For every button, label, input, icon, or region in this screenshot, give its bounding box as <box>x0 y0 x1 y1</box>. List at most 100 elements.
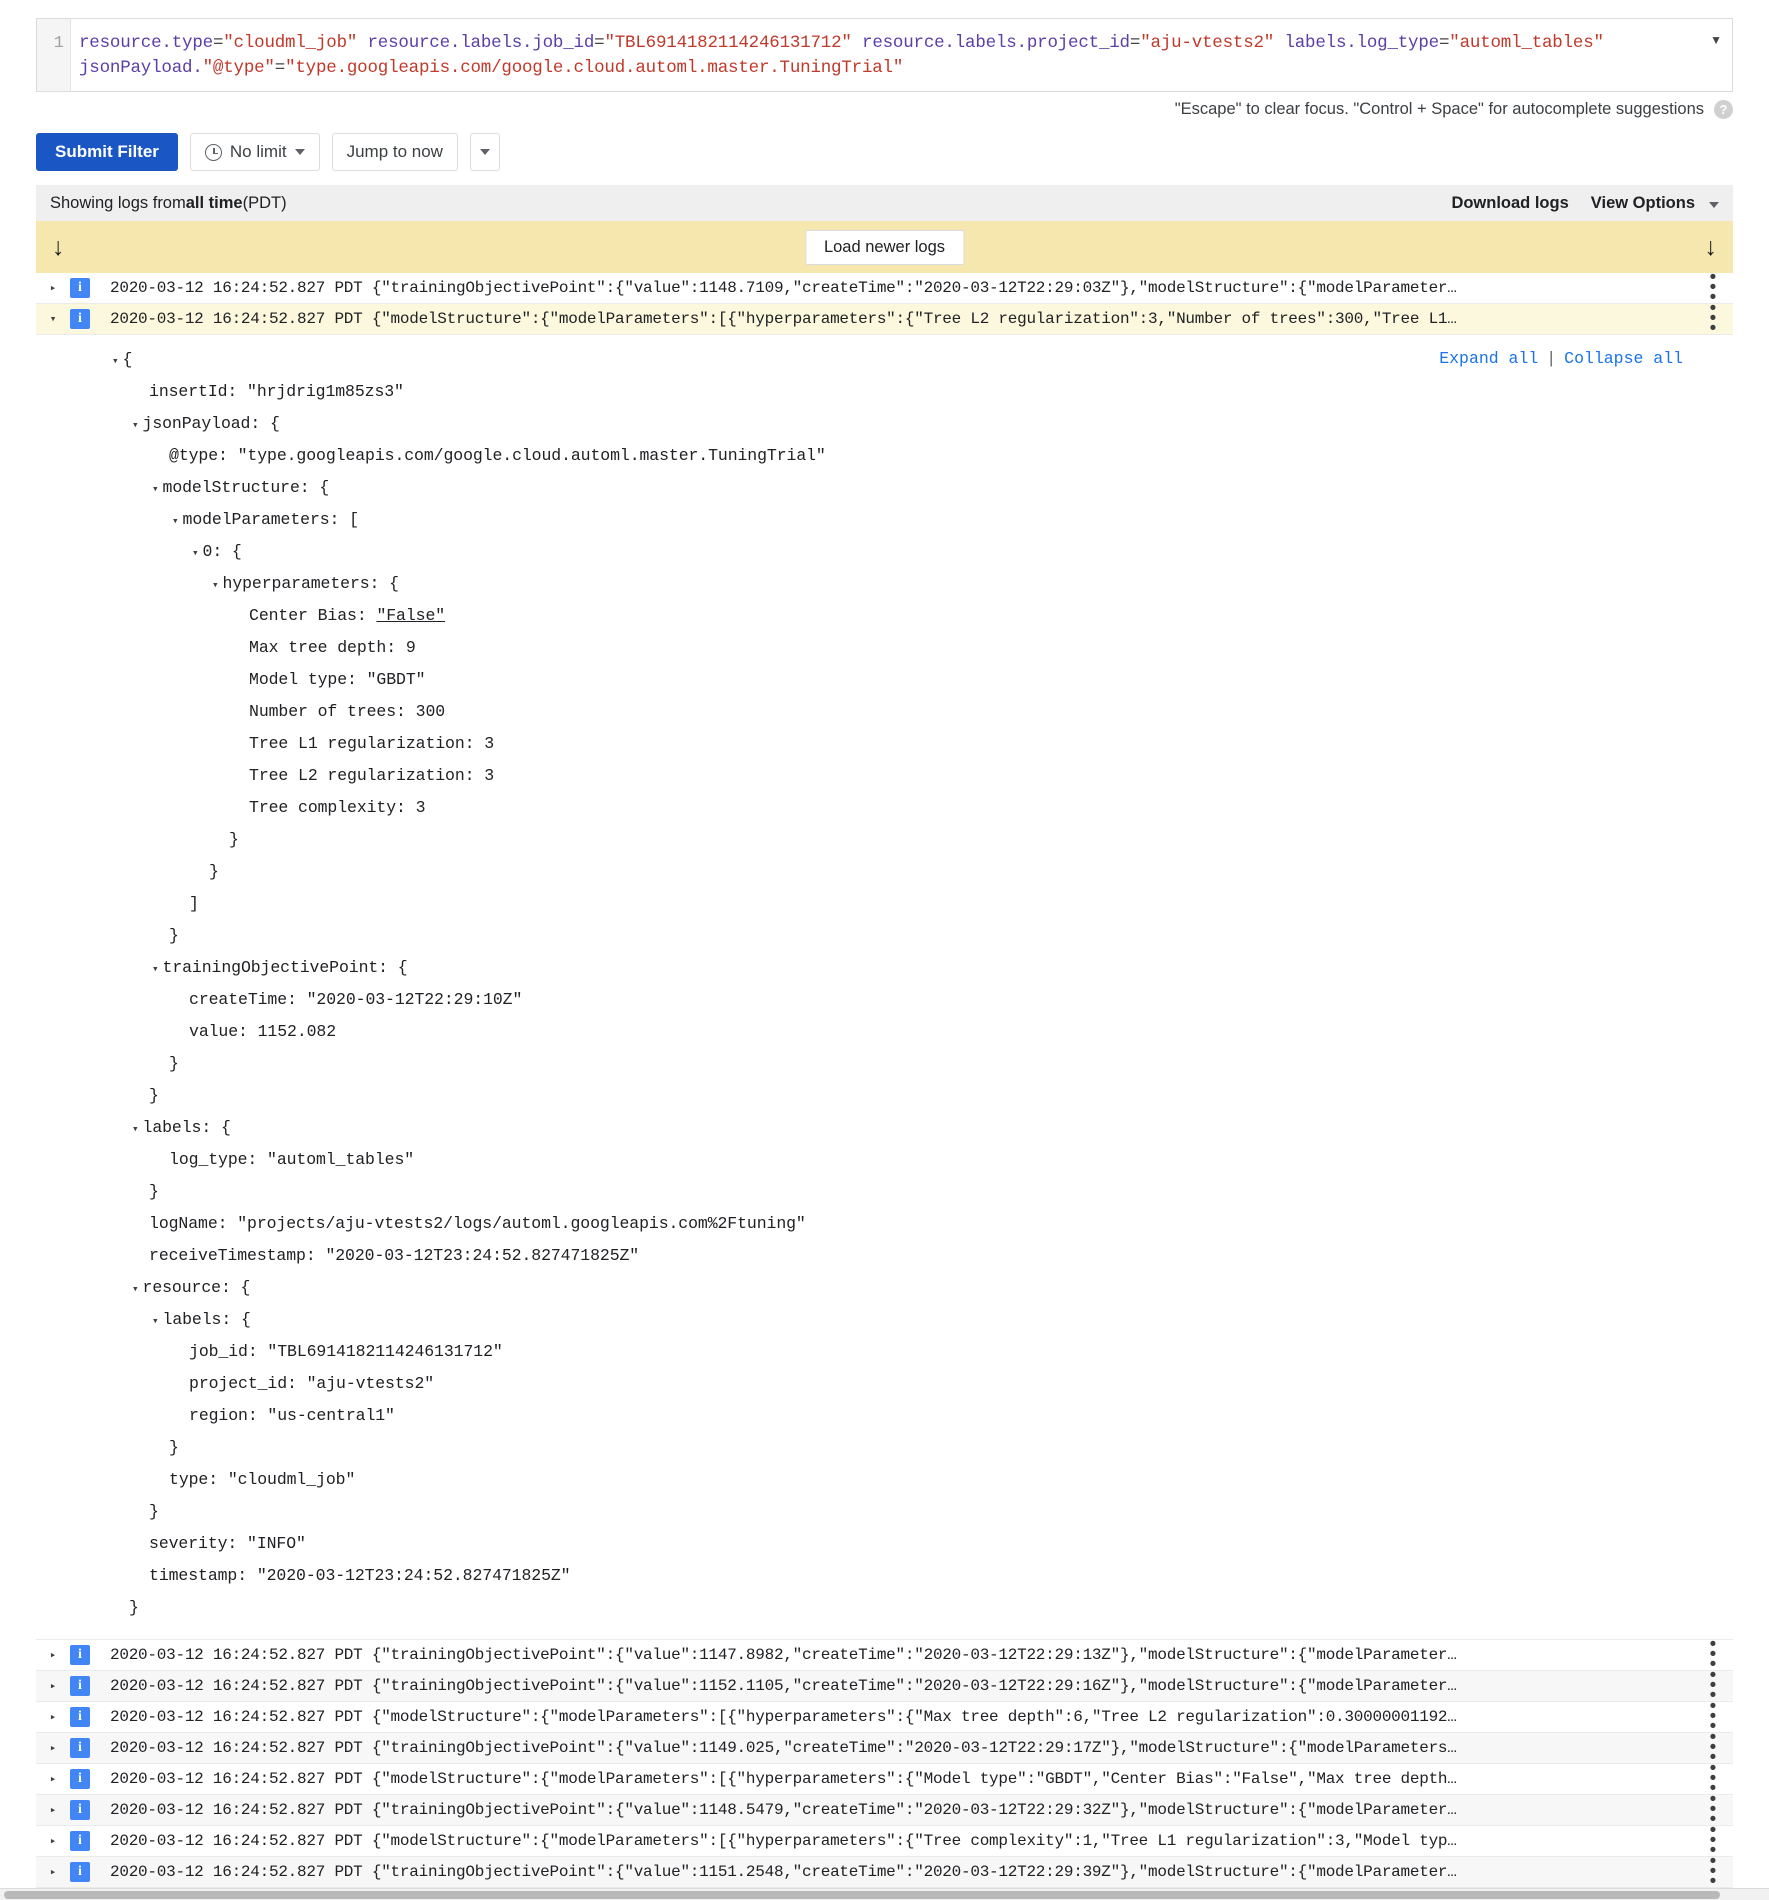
submit-filter-button[interactable]: Submit Filter <box>36 133 178 171</box>
arrow-down-icon[interactable]: ↓ <box>1705 234 1718 260</box>
expand-row-icon[interactable]: ▸ <box>36 1710 70 1724</box>
log-entry-row[interactable]: ▾ i 2020-03-12 16:24:52.827 PDT {"modelStr… <box>36 304 1733 335</box>
expand-row-icon[interactable]: ▸ <box>36 281 70 295</box>
log-entry-text: 2020-03-12 16:24:52.827 PDT {"trainingOb… <box>110 1863 1693 1881</box>
view-options-button[interactable]: View Options <box>1591 194 1695 213</box>
expand-row-icon[interactable]: ▸ <box>36 1865 70 1879</box>
json-detail-text: timestamp: "2020-03-12T23:24:52.82747182… <box>149 1566 571 1585</box>
expand-row-icon[interactable]: ▸ <box>36 1648 70 1662</box>
filter-query-editor[interactable]: 1 resource.type="cloudml_job" resource.l… <box>36 18 1733 92</box>
json-detail-line: } <box>36 825 1733 857</box>
json-detail-text: 0: { <box>202 542 242 561</box>
help-icon[interactable]: ? <box>1714 100 1733 119</box>
log-entry-row[interactable]: ▸ i 2020-03-12 16:24:52.827 PDT {"training… <box>36 1795 1733 1826</box>
kebab-menu-icon[interactable]: ••• <box>1693 1702 1733 1732</box>
log-entry-timestamp: 2020-03-12 16:24:52.827 PDT <box>110 1770 372 1788</box>
log-entry-summary: {"modelStructure":{"modelParameters":[{"… <box>371 1770 1457 1788</box>
arrow-down-icon[interactable]: ↓ <box>52 234 65 260</box>
json-detail-line: ▾ trainingObjectivePoint: { <box>36 953 1733 985</box>
log-entry-summary: {"trainingObjectivePoint":{"value":1151.… <box>371 1863 1457 1881</box>
twisty-icon[interactable]: ▾ <box>192 548 199 560</box>
chevron-down-icon <box>294 149 305 155</box>
filter-hint-text: "Escape" to clear focus. "Control + Spac… <box>1174 100 1704 118</box>
json-detail-text: region: "us-central1" <box>189 1406 395 1425</box>
twisty-icon[interactable]: ▾ <box>212 580 219 592</box>
collapse-row-icon[interactable]: ▾ <box>36 312 70 326</box>
log-entry-text: 2020-03-12 16:24:52.827 PDT {"trainingOb… <box>110 1646 1693 1664</box>
expand-all-link[interactable]: Expand all <box>1439 349 1538 368</box>
json-detail-value-link[interactable]: "False" <box>376 606 445 625</box>
load-newer-logs-button[interactable]: Load newer logs <box>804 229 965 265</box>
twisty-icon[interactable]: ▾ <box>112 356 119 368</box>
detail-expand-controls: Expand all | Collapse all <box>1439 349 1683 368</box>
twisty-icon[interactable]: ▾ <box>132 1124 139 1136</box>
log-entry-timestamp: 2020-03-12 16:24:52.827 PDT <box>110 1646 372 1664</box>
log-entry-row[interactable]: ▸i 2020-03-12 16:24:52.827 PDT {"modelStr… <box>36 1826 1733 1857</box>
twisty-icon[interactable]: ▾ <box>132 1284 139 1296</box>
log-entry-row[interactable]: ▸i 2020-03-12 16:24:52.827 PDT {"modelStr… <box>36 1702 1733 1733</box>
json-detail-text: } <box>209 862 219 881</box>
kebab-menu-icon[interactable]: ••• <box>1693 273 1733 303</box>
log-entry-timestamp: 2020-03-12 16:24:52.827 PDT <box>110 1677 372 1695</box>
download-logs-button[interactable]: Download logs <box>1451 194 1568 213</box>
json-detail-line: type: "cloudml_job" <box>36 1465 1733 1497</box>
kebab-menu-icon[interactable]: ••• <box>1693 1764 1733 1794</box>
showing-logs-suffix: (PDT) <box>242 193 287 212</box>
twisty-icon[interactable]: ▾ <box>152 964 159 976</box>
json-detail-text: project_id: "aju-vtests2" <box>189 1374 435 1393</box>
expand-row-icon[interactable]: ▸ <box>36 1679 70 1693</box>
json-detail-line: Tree complexity: 3 <box>36 793 1733 825</box>
json-detail-text: labels: { <box>142 1118 231 1137</box>
json-detail-line: ▾ resource: { <box>36 1273 1733 1305</box>
log-entry-row[interactable]: ▸ i 2020-03-12 16:24:52.827 PDT {"training… <box>36 1857 1733 1888</box>
kebab-menu-icon[interactable]: ••• <box>1693 1826 1733 1856</box>
chevron-down-icon[interactable]: ▼ <box>1710 33 1722 47</box>
scrollbar-thumb[interactable] <box>4 1891 1720 1899</box>
twisty-icon[interactable]: ▾ <box>152 484 159 496</box>
json-detail-line: Number of trees: 300 <box>36 697 1733 729</box>
log-entry-row[interactable]: ▸ i 2020-03-12 16:24:52.827 PDT {"training… <box>36 1640 1733 1671</box>
horizontal-scrollbar[interactable] <box>0 1888 1769 1900</box>
twisty-icon[interactable]: ▾ <box>132 420 139 432</box>
kebab-menu-icon[interactable]: ••• <box>1693 1671 1733 1701</box>
twisty-icon[interactable]: ▾ <box>152 1316 159 1328</box>
kebab-menu-icon[interactable]: ••• <box>1693 1857 1733 1887</box>
kebab-menu-icon[interactable]: ••• <box>1693 1640 1733 1670</box>
expand-row-icon[interactable]: ▸ <box>36 1741 70 1755</box>
expand-row-icon[interactable]: ▸ <box>36 1772 70 1786</box>
log-entry-row[interactable]: ▸ i 2020-03-12 16:24:52.827 PDT {"training… <box>36 1671 1733 1702</box>
query-token: = <box>1129 33 1141 53</box>
log-entry-row[interactable]: ▸ i 2020-03-12 16:24:52.827 PDT {"training… <box>36 273 1733 304</box>
showing-logs-bar: Showing logs from all time (PDT) Downloa… <box>36 185 1733 221</box>
info-icon: i <box>70 309 90 329</box>
jump-to-now-button[interactable]: Jump to now <box>331 133 458 171</box>
log-entry-row[interactable]: ▸ i 2020-03-12 16:24:52.827 PDT {"training… <box>36 1733 1733 1764</box>
log-limit-dropdown[interactable]: No limit <box>189 133 320 171</box>
filter-query-input[interactable]: resource.type="cloudml_job" resource.lab… <box>71 19 1732 91</box>
jump-to-now-dropdown[interactable] <box>469 133 500 171</box>
log-entry-text: 2020-03-12 16:24:52.827 PDT {"modelStruc… <box>110 310 1693 328</box>
log-entry-text: 2020-03-12 16:24:52.827 PDT {"trainingOb… <box>110 1739 1693 1757</box>
expand-row-icon[interactable]: ▸ <box>36 1834 70 1848</box>
query-token <box>852 33 862 53</box>
info-icon: i <box>70 1645 90 1665</box>
json-detail-text: log_type: "automl_tables" <box>169 1150 415 1169</box>
query-token: = <box>274 58 286 78</box>
separator: | <box>1546 349 1557 368</box>
twisty-icon[interactable]: ▾ <box>172 516 179 528</box>
kebab-menu-icon[interactable]: ••• <box>1693 1795 1733 1825</box>
kebab-menu-icon[interactable]: ••• <box>1693 1733 1733 1763</box>
json-detail-line: } <box>36 1049 1733 1081</box>
chevron-down-icon[interactable] <box>1709 194 1719 213</box>
json-detail-text: } <box>169 1438 179 1457</box>
line-number-gutter: 1 <box>37 19 71 91</box>
collapse-all-link[interactable]: Collapse all <box>1564 349 1683 368</box>
json-detail-line: ▾ 0: { <box>36 537 1733 569</box>
expand-row-icon[interactable]: ▸ <box>36 1803 70 1817</box>
log-entry-row[interactable]: ▸i 2020-03-12 16:24:52.827 PDT {"modelStr… <box>36 1764 1733 1795</box>
kebab-menu-icon[interactable]: ••• <box>1693 304 1733 334</box>
query-token: "cloudml_job" <box>223 33 358 53</box>
